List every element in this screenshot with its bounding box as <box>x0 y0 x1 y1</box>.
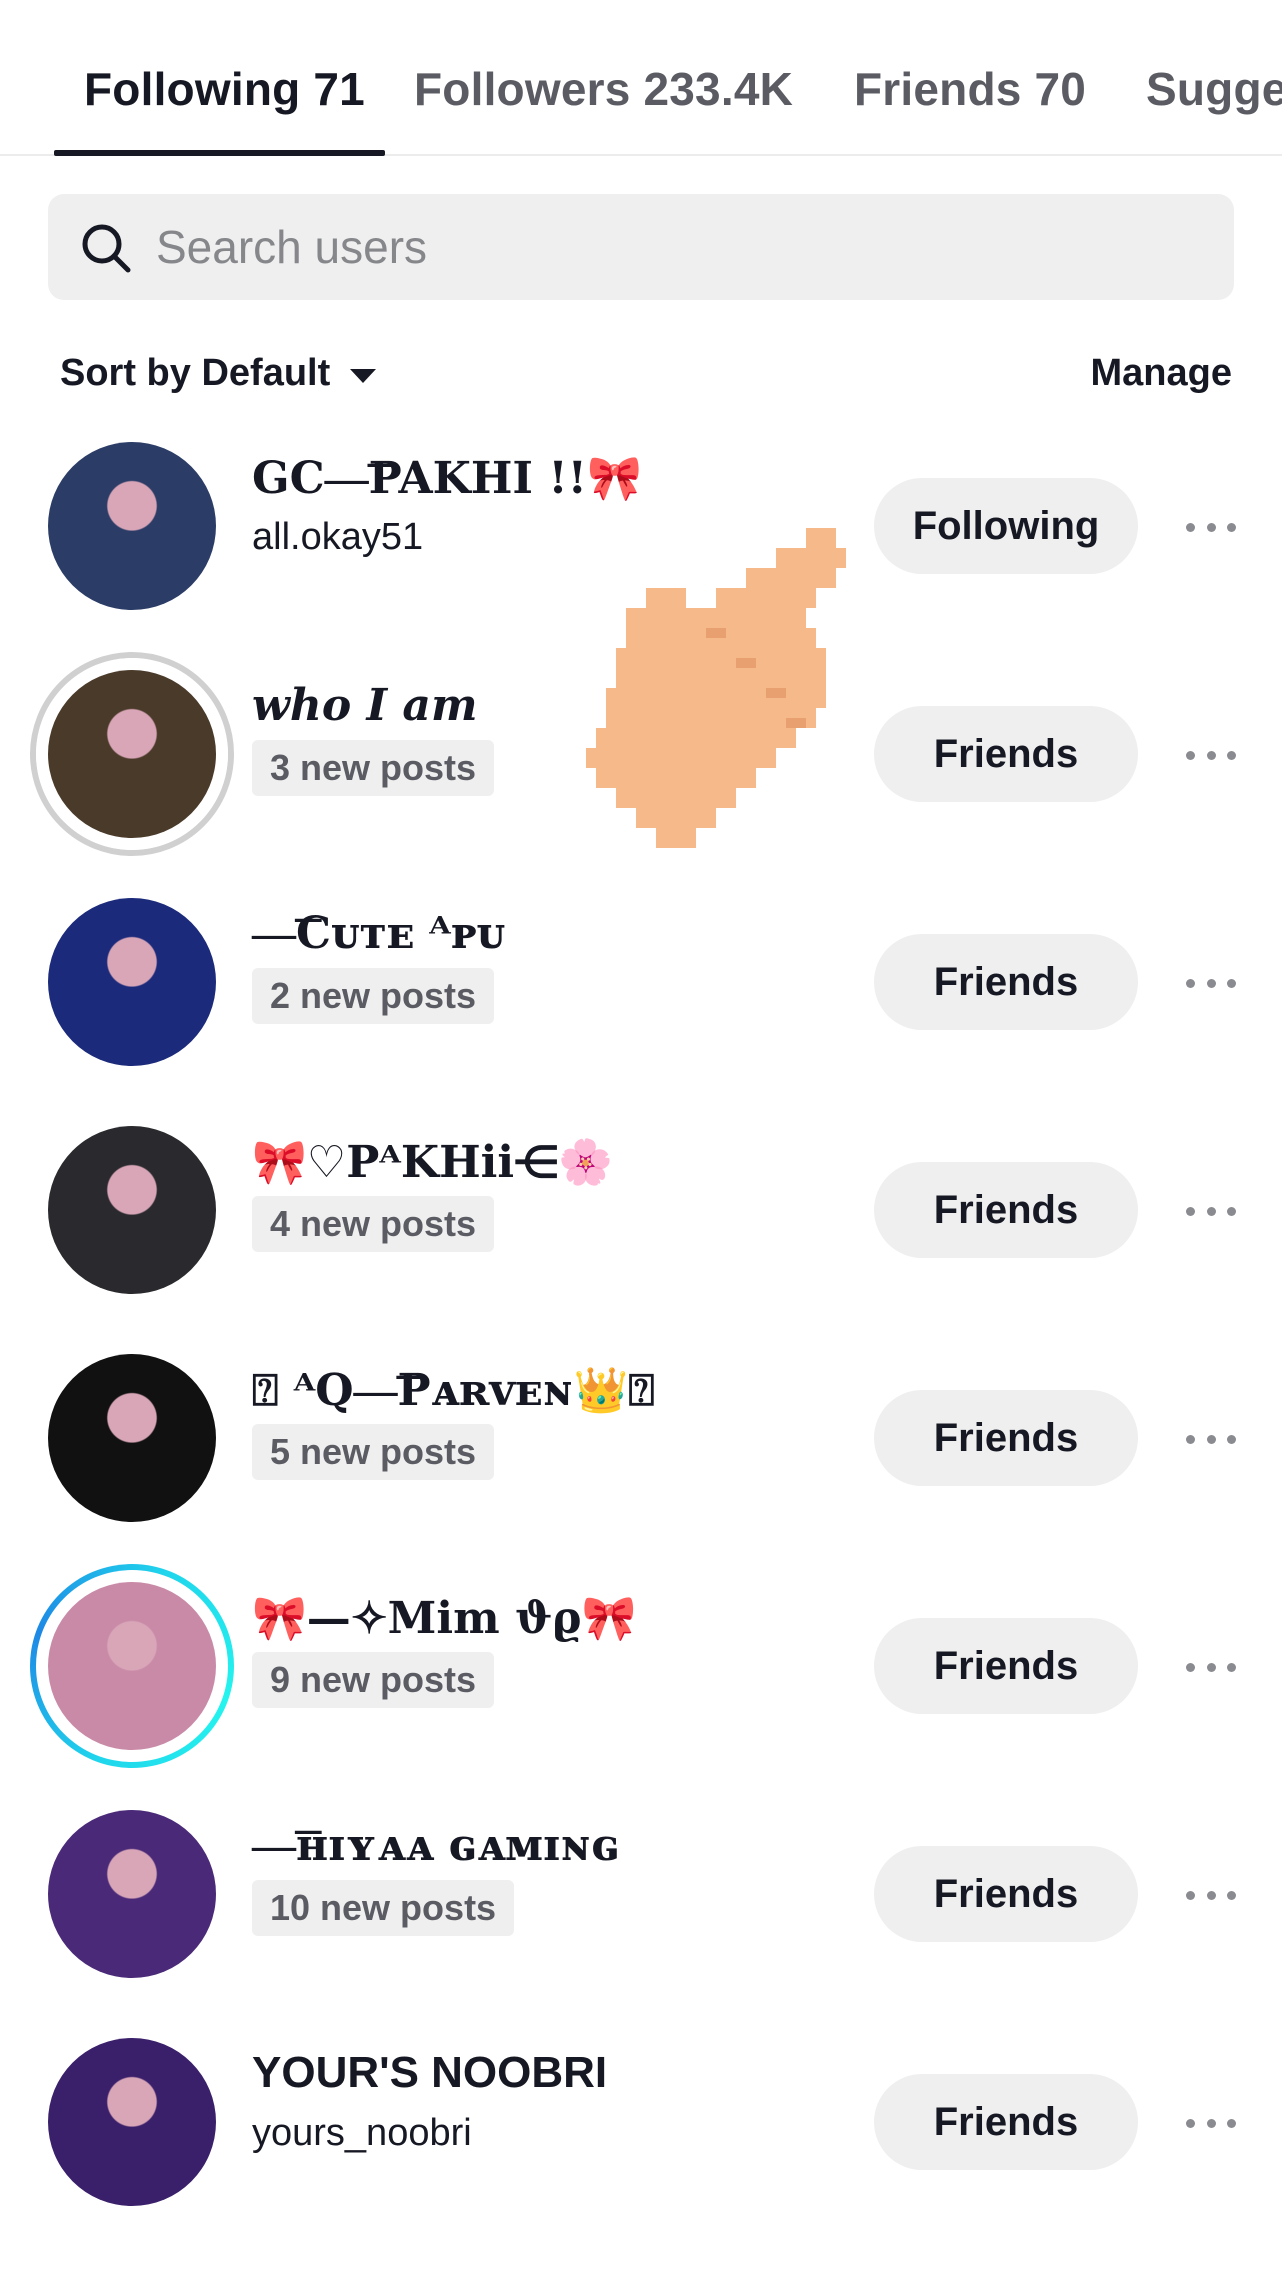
user-row[interactable]: 🎀♡PᴬKHii⋲🌸 4 new posts Friends <box>0 1096 1282 1324</box>
user-row[interactable]: YOUR'S NOOBRI yours_noobri Friends <box>0 2008 1282 2236</box>
manage-button[interactable]: Manage <box>1091 352 1232 395</box>
search-bar[interactable] <box>48 194 1234 300</box>
new-posts-badge: 3 new posts <box>252 740 495 796</box>
friends-button[interactable]: Friends <box>874 2074 1138 2170</box>
avatar[interactable] <box>48 1582 216 1750</box>
search-input[interactable] <box>156 214 1196 280</box>
avatar[interactable] <box>48 1810 216 1978</box>
avatar[interactable] <box>48 1354 216 1522</box>
display-name: 🎀♡PᴬKHii⋲🌸 <box>252 1137 613 1188</box>
more-options-icon[interactable] <box>1186 1204 1236 1218</box>
tab-following[interactable]: Following 71 <box>84 62 365 116</box>
display-name: who I am <box>252 680 478 731</box>
user-row[interactable]: —͞Cᴜᴛᴇ ᴬᴘᴜ 2 new posts Friends <box>0 868 1282 1096</box>
user-row[interactable]: ⍰ ᴬQ—͞Pᴀʀᴠᴇɴ👑⍰ 5 new posts Friends <box>0 1324 1282 1552</box>
friends-button[interactable]: Friends <box>874 1162 1138 1258</box>
more-options-icon[interactable] <box>1186 520 1236 534</box>
caret-down-icon <box>350 368 377 383</box>
tab-followers[interactable]: Followers 233.4K <box>414 62 793 116</box>
new-posts-badge: 2 new posts <box>252 968 495 1024</box>
friends-button[interactable]: Friends <box>874 934 1138 1030</box>
sort-label: Sort by Default <box>60 352 331 394</box>
following-page: Following 71 Followers 233.4K Friends 70… <box>0 0 1282 2282</box>
more-options-icon[interactable] <box>1186 748 1236 762</box>
display-name: YOUR'S NOOBRI <box>252 2048 608 2097</box>
more-options-icon[interactable] <box>1186 1888 1236 1902</box>
tab-friends[interactable]: Friends 70 <box>854 62 1086 116</box>
search-icon <box>82 224 131 273</box>
sort-dropdown[interactable]: Sort by Default <box>60 352 377 395</box>
display-name: GC—͞PAKHI !!🎀 <box>252 453 642 504</box>
user-row[interactable]: 🎀—✧Mim ϑϱ🎀 9 new posts Friends <box>0 1552 1282 1780</box>
display-name: —͞ʜɪʏᴀᴀ ɢᴀᴍɪɴɢ <box>252 1820 620 1871</box>
avatar[interactable] <box>48 2038 216 2206</box>
avatar[interactable] <box>48 670 216 838</box>
new-posts-badge: 5 new posts <box>252 1424 495 1480</box>
tab-bar: Following 71 Followers 233.4K Friends 70… <box>0 0 1282 156</box>
following-button[interactable]: Following <box>874 478 1138 574</box>
active-tab-indicator <box>54 150 385 156</box>
friends-button[interactable]: Friends <box>874 1846 1138 1942</box>
display-name: 🎀—✧Mim ϑϱ🎀 <box>252 1593 637 1644</box>
tab-suggested[interactable]: Sugge <box>1146 62 1282 116</box>
avatar[interactable] <box>48 442 216 610</box>
username-handle: yours_noobri <box>252 2112 472 2154</box>
friends-button[interactable]: Friends <box>874 1618 1138 1714</box>
avatar[interactable] <box>48 898 216 1066</box>
more-options-icon[interactable] <box>1186 1660 1236 1674</box>
username-handle: all.okay51 <box>252 516 424 558</box>
display-name: —͞Cᴜᴛᴇ ᴬᴘᴜ <box>252 908 506 959</box>
more-options-icon[interactable] <box>1186 2116 1236 2130</box>
new-posts-badge: 10 new posts <box>252 1880 515 1936</box>
friends-button[interactable]: Friends <box>874 706 1138 802</box>
avatar[interactable] <box>48 1126 216 1294</box>
friends-button[interactable]: Friends <box>874 1390 1138 1486</box>
new-posts-badge: 4 new posts <box>252 1196 495 1252</box>
user-row[interactable]: —͞ʜɪʏᴀᴀ ɢᴀᴍɪɴɢ 10 new posts Friends <box>0 1780 1282 2008</box>
new-posts-badge: 9 new posts <box>252 1652 495 1708</box>
more-options-icon[interactable] <box>1186 1432 1236 1446</box>
more-options-icon[interactable] <box>1186 976 1236 990</box>
pointing-hand-icon <box>586 528 846 848</box>
display-name: ⍰ ᴬQ—͞Pᴀʀᴠᴇɴ👑⍰ <box>252 1365 655 1416</box>
